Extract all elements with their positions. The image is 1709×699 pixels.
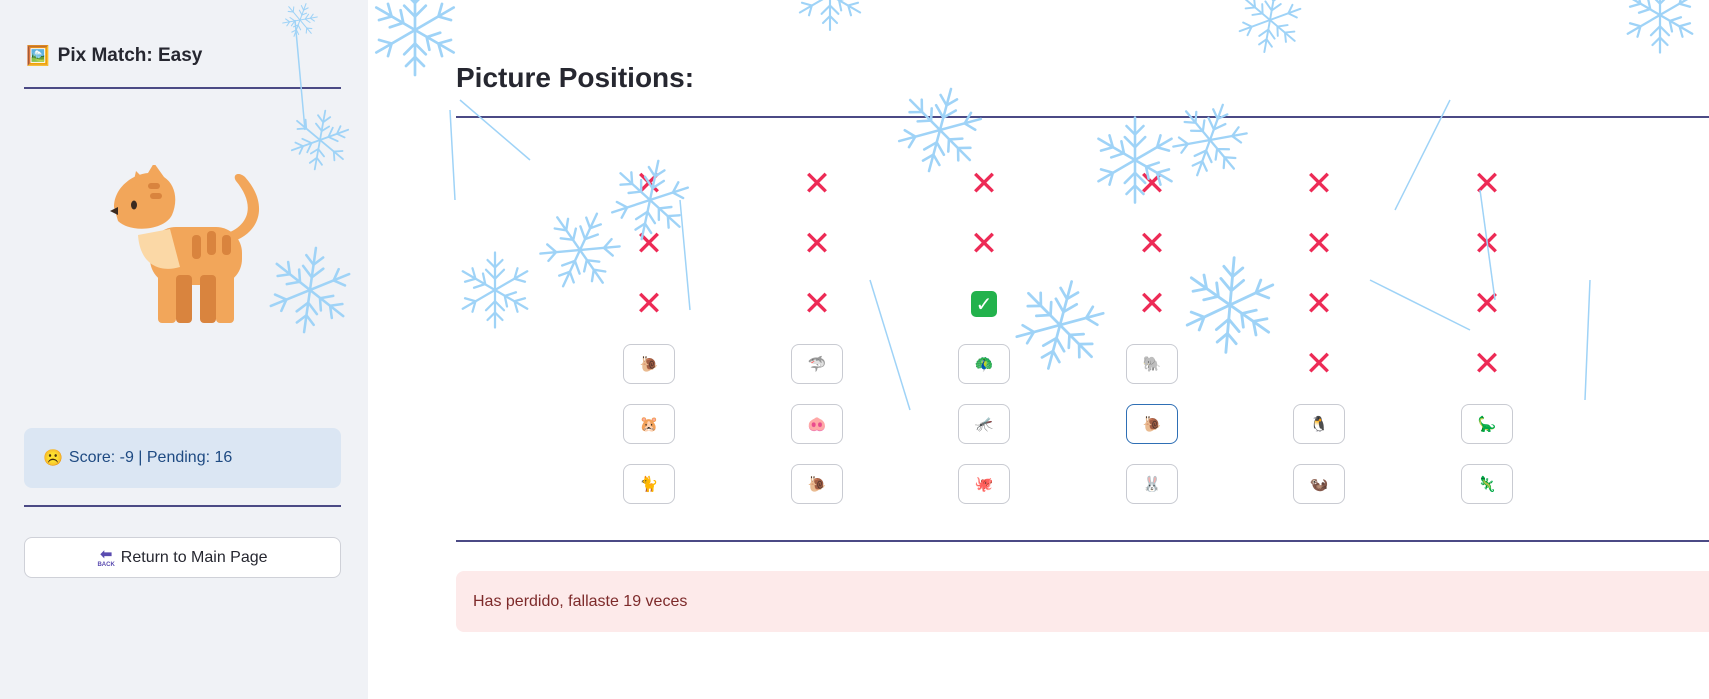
wrong-mark-cell: ✕	[623, 164, 675, 204]
cross-mark-icon: ✕	[634, 284, 664, 324]
wrong-mark-cell: ✕	[1293, 344, 1345, 384]
return-button-label: Return to Main Page	[120, 548, 268, 566]
main-divider-bottom	[456, 540, 1709, 542]
cross-mark-icon: ✕	[634, 224, 664, 264]
sidebar-divider-top	[24, 87, 341, 89]
cat-illustration	[110, 165, 260, 323]
cross-mark-icon: ✕	[802, 224, 832, 264]
picture-tile-button[interactable]: 🐧	[1293, 404, 1345, 444]
picture-tile-button[interactable]: 🐌	[623, 344, 675, 384]
sidebar-title: 🖼️ Pix Match: Easy	[26, 44, 202, 68]
cross-mark-icon: ✕	[1137, 224, 1167, 264]
wrong-mark-cell: ✕	[1461, 344, 1513, 384]
picture-tile-button[interactable]: 🦕	[1461, 404, 1513, 444]
wrong-mark-cell: ✕	[623, 224, 675, 264]
animal-emoji-icon: 🐰	[1142, 476, 1162, 493]
main-divider-top	[456, 116, 1709, 118]
wrong-mark-cell: ✕	[791, 164, 843, 204]
cross-mark-icon: ✕	[1137, 164, 1167, 204]
animal-emoji-icon: 🐧	[1309, 416, 1329, 433]
animal-emoji-icon: 🦎	[1477, 476, 1497, 493]
wrong-mark-cell: ✕	[1461, 284, 1513, 324]
check-mark-icon: ✓	[971, 291, 997, 317]
cross-mark-icon: ✕	[1137, 284, 1167, 324]
cross-mark-icon: ✕	[1304, 224, 1334, 264]
wrong-mark-cell: ✕	[1126, 284, 1178, 324]
picture-tile-button[interactable]: 🦚	[958, 344, 1010, 384]
animal-emoji-icon: 🐘	[1142, 356, 1162, 373]
picture-tile-button[interactable]: 🦦	[1293, 464, 1345, 504]
wrong-mark-cell: ✕	[791, 224, 843, 264]
cross-mark-icon: ✕	[1472, 164, 1502, 204]
cross-mark-icon: ✕	[1472, 344, 1502, 384]
picture-tile-button[interactable]: 🐹	[623, 404, 675, 444]
cross-mark-icon: ✕	[802, 164, 832, 204]
cross-mark-icon: ✕	[1304, 284, 1334, 324]
cross-mark-icon: ✕	[1304, 344, 1334, 384]
picture-tile-button[interactable]: 🐙	[958, 464, 1010, 504]
picture-tile-button[interactable]: 🦟	[958, 404, 1010, 444]
wrong-mark-cell: ✕	[958, 224, 1010, 264]
animal-emoji-icon: 🦟	[974, 416, 994, 433]
sidebar-title-text: Pix Match: Easy	[57, 45, 203, 66]
correct-mark-cell: ✓	[958, 284, 1010, 324]
animal-emoji-icon: 🐌	[807, 476, 827, 493]
back-icon-label: BACK	[97, 562, 115, 568]
picture-tile-button[interactable]: 🐽	[791, 404, 843, 444]
game-over-text: Has perdido, fallaste 19 veces	[473, 592, 688, 610]
score-status: ☹️ Score: -9 | Pending: 16	[24, 428, 341, 488]
back-arrow-icon: ⬅ BACK	[97, 546, 115, 568]
animal-emoji-icon: 🦦	[1309, 476, 1329, 493]
page-title: Picture Positions:	[456, 62, 695, 93]
wrong-mark-cell: ✕	[1126, 224, 1178, 264]
picture-tile-button[interactable]: 🦈	[791, 344, 843, 384]
sidebar-divider-bottom	[24, 505, 341, 507]
wrong-mark-cell: ✕	[1293, 284, 1345, 324]
wrong-mark-cell: ✕	[1293, 224, 1345, 264]
cross-mark-icon: ✕	[1304, 164, 1334, 204]
sidebar: 🖼️ Pix Match: Easy ☹️ Score: -9 | Pendin…	[0, 0, 368, 699]
wrong-mark-cell: ✕	[1126, 164, 1178, 204]
animal-emoji-icon: 🐹	[639, 416, 659, 433]
animal-emoji-icon: 🐽	[807, 416, 827, 433]
cross-mark-icon: ✕	[969, 164, 999, 204]
animal-emoji-icon: 🦈	[807, 356, 827, 373]
cross-mark-icon: ✕	[634, 164, 664, 204]
animal-emoji-icon: 🦚	[974, 356, 994, 373]
animal-emoji-icon: 🐌	[1142, 416, 1162, 433]
picture-tile-button[interactable]: 🐰	[1126, 464, 1178, 504]
cross-mark-icon: ✕	[802, 284, 832, 324]
wrong-mark-cell: ✕	[623, 284, 675, 324]
picture-tile-button[interactable]: 🐘	[1126, 344, 1178, 384]
picture-tile-button[interactable]: 🐌	[791, 464, 843, 504]
wrong-mark-cell: ✕	[1461, 164, 1513, 204]
return-to-main-button[interactable]: ⬅ BACK Return to Main Page	[24, 537, 341, 578]
picture-tile-button[interactable]: 🦎	[1461, 464, 1513, 504]
wrong-mark-cell: ✕	[1293, 164, 1345, 204]
animal-emoji-icon: 🐌	[639, 356, 659, 373]
app-root: 🖼️ Pix Match: Easy ☹️ Score: -9 | Pendin…	[0, 0, 1709, 699]
wrong-mark-cell: ✕	[791, 284, 843, 324]
animal-emoji-icon: 🦕	[1477, 416, 1497, 433]
cross-mark-icon: ✕	[969, 224, 999, 264]
game-over-message: Has perdido, fallaste 19 veces	[456, 571, 1709, 632]
animal-emoji-icon: 🐙	[974, 476, 994, 493]
wrong-mark-cell: ✕	[958, 164, 1010, 204]
framed-picture-icon: 🖼️	[26, 46, 50, 67]
score-text: Score: -9 | Pending: 16	[68, 449, 233, 466]
animal-emoji-icon: 🐈	[639, 476, 659, 493]
cross-mark-icon: ✕	[1472, 284, 1502, 324]
cross-mark-icon: ✕	[1472, 224, 1502, 264]
picture-tile-button[interactable]: 🐌	[1126, 404, 1178, 444]
wrong-mark-cell: ✕	[1461, 224, 1513, 264]
picture-tile-button[interactable]: 🐈	[623, 464, 675, 504]
frowning-face-icon: ☹️	[43, 450, 63, 467]
